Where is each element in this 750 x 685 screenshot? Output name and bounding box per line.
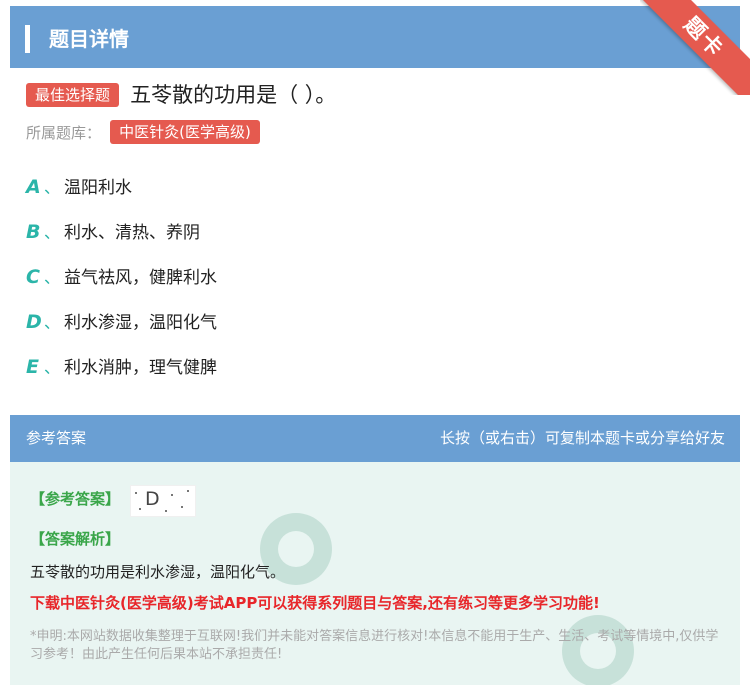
- bank-name-tag[interactable]: 中医针灸(医学高级): [110, 120, 260, 144]
- answer-image: D: [130, 485, 196, 517]
- option-a[interactable]: A、温阳利水: [26, 172, 132, 202]
- ribbon-label: 题卡: [640, 0, 750, 95]
- page-title: 题目详情: [49, 27, 129, 51]
- question-line: 最佳选择题 五苓散的功用是（ ）。: [26, 80, 336, 110]
- page-header: 题目详情: [10, 6, 740, 68]
- question-bank-line: 所属题库： 中医针灸(医学高级): [26, 120, 260, 146]
- download-app-link[interactable]: 下载中医针灸(医学高级)考试APP可以获得系列题目与答案,还有练习等更多学习功能…: [30, 592, 600, 613]
- option-letter: D: [26, 311, 42, 333]
- option-e[interactable]: E、利水消肿，理气健脾: [26, 352, 217, 382]
- disclaimer-text: *申明:本网站数据收集整理于互联网!我们并未能对答案信息进行核对!本信息不能用于…: [30, 629, 719, 662]
- analysis-text: 五苓散的功用是利水渗湿，温阳化气。: [30, 563, 286, 581]
- option-letter: E: [26, 356, 39, 378]
- share-hint: 长按（或右击）可复制本题卡或分享给好友: [439, 429, 725, 447]
- option-letter: B: [26, 221, 41, 243]
- answer-value: D: [145, 488, 160, 510]
- option-text: 温阳利水: [64, 178, 132, 198]
- answer-card[interactable]: 参考答案 长按（或右击）可复制本题卡或分享给好友 【参考答案】 D 【答案解析】…: [10, 415, 740, 685]
- question-text: 五苓散的功用是（ ）。: [130, 83, 337, 107]
- option-letter: C: [26, 266, 40, 288]
- answer-header: 参考答案 长按（或右击）可复制本题卡或分享给好友: [10, 415, 740, 462]
- option-letter: A: [26, 176, 41, 198]
- option-text: 利水渗湿，温阳化气: [64, 313, 217, 333]
- option-d[interactable]: D、利水渗湿，温阳化气: [26, 307, 217, 337]
- option-b[interactable]: B、利水、清热、养阴: [26, 217, 200, 247]
- bank-label: 所属题库：: [26, 123, 102, 142]
- analysis-label: 【答案解析】: [30, 530, 121, 548]
- header-accent-bar: [25, 25, 30, 53]
- option-text: 利水消肿，理气健脾: [64, 358, 217, 378]
- question-type-tag: 最佳选择题: [26, 83, 120, 107]
- answer-header-title: 参考答案: [26, 429, 87, 447]
- answer-label: 【参考答案】: [30, 490, 121, 508]
- option-c[interactable]: C、益气祛风，健脾利水: [26, 262, 217, 292]
- corner-ribbon: 题卡: [640, 0, 750, 95]
- option-text: 利水、清热、养阴: [64, 223, 200, 243]
- option-text: 益气祛风，健脾利水: [64, 268, 217, 288]
